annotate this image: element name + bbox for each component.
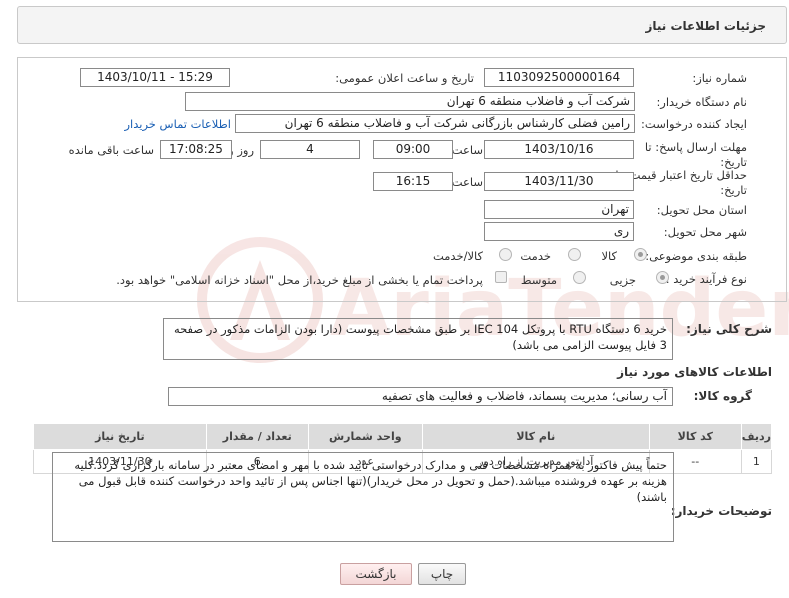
goods-table-header: ردیف کد کالا نام کالا واحد شمارش تعداد /… [33, 423, 773, 450]
deadline-time-field[interactable]: 09:00 [373, 140, 453, 159]
goods-section-title: اطلاعات کالاهای مورد نیاز [617, 365, 772, 379]
need-number-label: شماره نیاز: [692, 71, 747, 85]
description-label: شرح کلی نیاز: [686, 322, 772, 336]
buyer-name-field[interactable]: شرکت آب و فاضلاب منطقه 6 تهران [185, 92, 635, 111]
col-header-name: نام کالا [421, 423, 650, 450]
deadline-date-field[interactable]: 1403/10/16 [484, 140, 634, 159]
back-button[interactable]: بازگشت [340, 563, 412, 585]
deadline-label: مهلت ارسال پاسخ: تا تاریخ: [644, 140, 747, 169]
category-option-goods: کالا [601, 249, 617, 263]
page-header: جزئیات اطلاعات نیاز [17, 6, 787, 44]
process-option-minor: جزیی [609, 273, 636, 287]
process-radio-minor[interactable] [656, 271, 669, 284]
announce-date-field[interactable]: 1403/10/11 - 15:29 [80, 68, 230, 87]
print-button[interactable]: چاپ [418, 563, 466, 585]
city-field[interactable]: ری [484, 222, 634, 241]
category-option-goods-service: کالا/خدمت [432, 249, 483, 263]
col-header-row: ردیف [740, 423, 773, 450]
goods-group-label: گروه کالا: [693, 389, 752, 403]
remaining-time-field[interactable]: 17:08:25 [160, 140, 232, 159]
province-label: استان محل تحویل: [656, 203, 747, 217]
treasury-bonds-note: پرداخت تمام یا بخشی از مبلغ خرید،از محل … [116, 273, 483, 287]
buyer-contact-link[interactable]: اطلاعات تماس خریدار [124, 117, 231, 131]
category-option-service: خدمت [520, 249, 551, 263]
validity-time-label: ساعت [451, 175, 483, 189]
deadline-time-label: ساعت [451, 143, 483, 157]
announce-date-label: تاریخ و ساعت اعلان عمومی: [335, 71, 474, 85]
process-option-medium: متوسط [520, 273, 557, 287]
process-radio-medium[interactable] [573, 271, 586, 284]
col-header-quantity: تعداد / مقدار [205, 423, 309, 450]
buyer-notes-label: توضیحات خریدار: [670, 504, 772, 518]
creator-label: ایجاد کننده درخواست: [641, 117, 747, 131]
process-type-label: نوع فرآیند خرید : [665, 272, 747, 286]
cell-row-number: 1 [740, 449, 773, 474]
province-field[interactable]: تهران [484, 200, 634, 219]
need-number-field[interactable]: 1103092500000164 [484, 68, 634, 87]
days-remaining-field[interactable]: 4 [260, 140, 360, 159]
validity-time-field[interactable]: 16:15 [373, 172, 453, 191]
col-header-unit: واحد شمارش [307, 423, 423, 450]
category-radio-goods[interactable] [634, 248, 647, 261]
category-label: طبقه بندی موضوعی: [645, 249, 747, 263]
buyer-name-label: نام دستگاه خریدار: [656, 95, 747, 109]
goods-group-field[interactable]: آب رسانی؛ مدیریت پسماند، فاضلاب و فعالیت… [168, 387, 673, 406]
validity-date-field[interactable]: 1403/11/30 [484, 172, 634, 191]
page-title: جزئیات اطلاعات نیاز [645, 19, 766, 33]
col-header-date: تاریخ نیاز [33, 423, 207, 450]
creator-field[interactable]: رامین فضلی کارشناس بازرگانی شرکت آب و فا… [235, 114, 635, 133]
col-header-code: کد کالا [648, 423, 742, 450]
city-label: شهر محل تحویل: [663, 225, 747, 239]
days-label: روز و [228, 143, 254, 157]
category-radio-goods-service[interactable] [499, 248, 512, 261]
treasury-bonds-checkbox[interactable] [495, 271, 507, 283]
remaining-time-label: ساعت باقی مانده [68, 143, 154, 157]
description-text[interactable]: خرید 6 دستگاه RTU با پروتکل IEC 104 بر ط… [163, 318, 673, 360]
category-radio-service[interactable] [568, 248, 581, 261]
buyer-notes-text[interactable]: حتماً پیش فاکتور به همراه مشخصات فنی و م… [52, 452, 674, 542]
